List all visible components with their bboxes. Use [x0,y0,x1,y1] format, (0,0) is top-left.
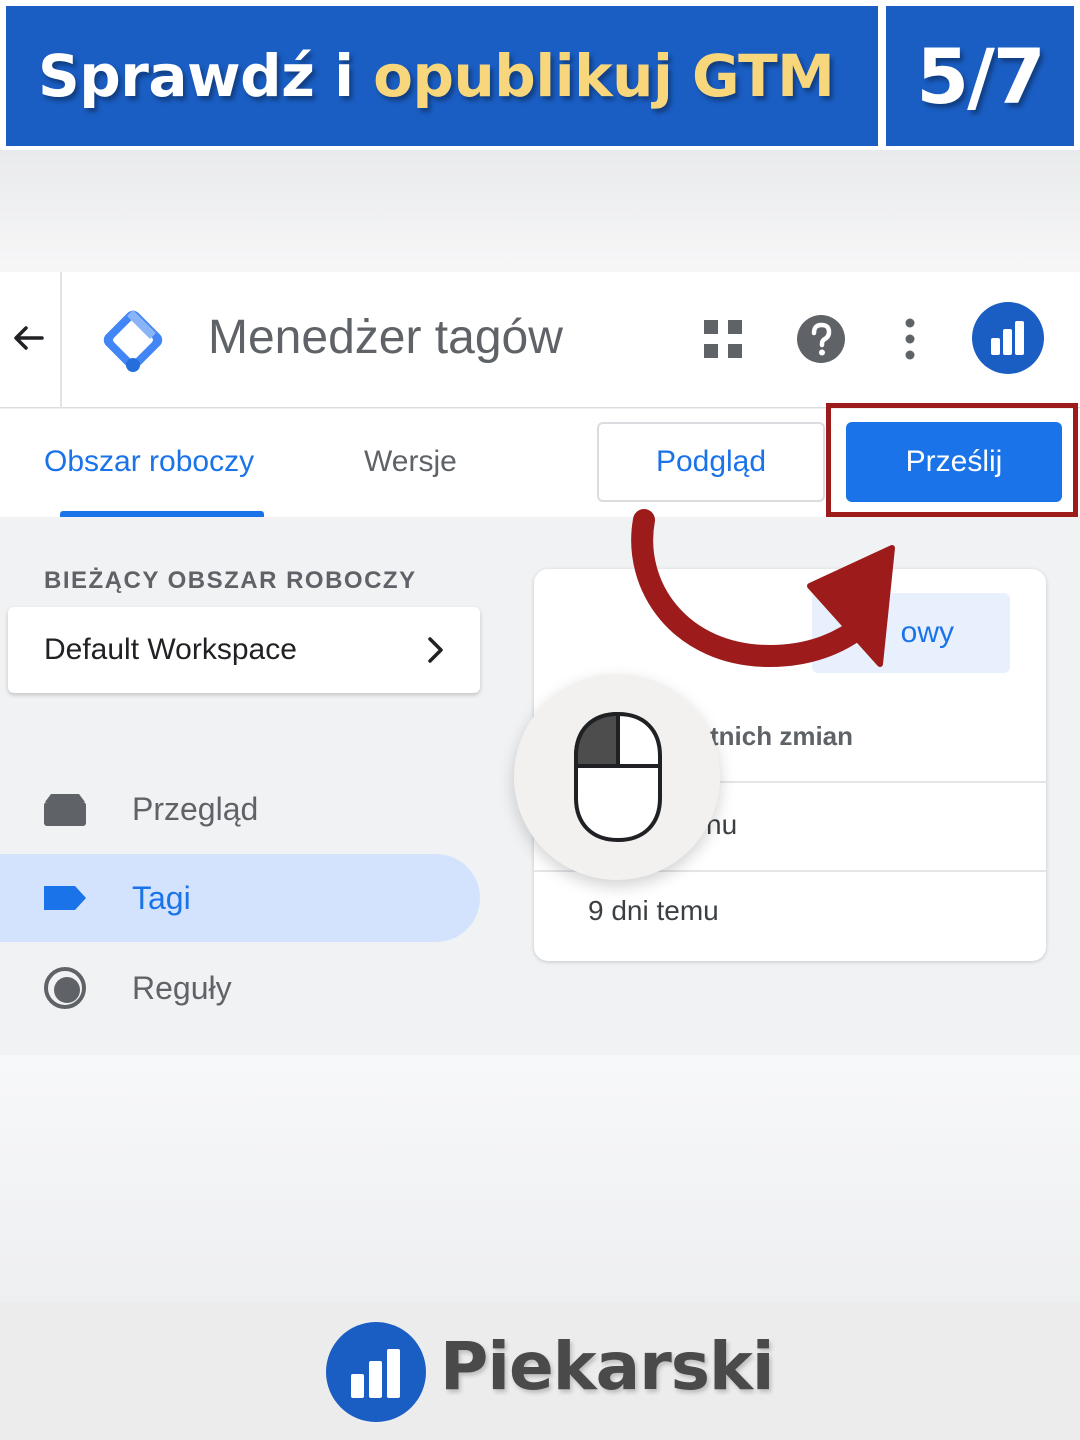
help-icon[interactable] [796,314,846,364]
banner-title: Sprawdź i opublikuj GTM [38,42,835,110]
tab-workspace[interactable]: Obszar roboczy [44,445,254,479]
bar-chart-logo-icon [326,1322,426,1422]
last-edit-time: 9 dni temu [588,895,719,926]
workspace-selector[interactable]: Default Workspace [8,607,480,693]
step-counter: 5/7 [916,31,1046,121]
banner-title-part1: Sprawdź i [38,42,374,110]
curved-arrow-icon [631,509,895,668]
bottom-fade [0,1055,1080,1303]
sidebar-item-triggers[interactable]: Reguły [0,944,480,1032]
banner-title-box: Sprawdź i opublikuj GTM [6,6,878,146]
sidebar-item-label: Reguły [132,969,232,1006]
top-fade [0,150,1080,275]
changes-label: tnich zmian [710,721,854,751]
avatar-bars-icon [991,321,1024,355]
appbar-divider [60,272,62,408]
workspace-name: Default Workspace [44,633,297,666]
arrow-back-icon[interactable] [8,318,48,358]
preview-button[interactable]: Podgląd [597,422,825,502]
account-avatar-icon[interactable] [972,302,1044,374]
gtm-diamond-icon [103,310,163,372]
mouse-left-click-icon [574,711,662,843]
sidebar-item-overview[interactable]: Przegląd [0,765,480,853]
sidebar-item-tags[interactable]: Tagi [0,854,480,942]
chevron-right-icon [428,637,443,663]
app-bar: Menedżer tagów [0,272,1080,408]
tag-icon [44,886,86,910]
brand-name: Piekarski [440,1328,775,1405]
header-banner: Sprawdź i opublikuj GTM 5/7 [0,0,1080,150]
submit-highlight-frame [826,403,1078,517]
footer: Piekarski [0,1302,1080,1440]
folder-icon [44,794,86,826]
current-workspace-label: BIEŻĄCY OBSZAR ROBOCZY [44,567,417,594]
apps-grid-icon[interactable] [704,320,742,358]
sidebar-item-label: Tagi [132,879,191,916]
trigger-icon [44,967,86,1009]
banner-title-highlight: opublikuj GTM [373,42,835,110]
more-vert-icon[interactable] [896,318,924,360]
app-title: Menedżer tagów [208,311,563,364]
sidebar-item-label: Przegląd [132,790,259,827]
step-counter-box: 5/7 [886,6,1074,146]
logo-bars-icon [351,1349,400,1398]
tab-versions[interactable]: Wersje [364,445,457,479]
